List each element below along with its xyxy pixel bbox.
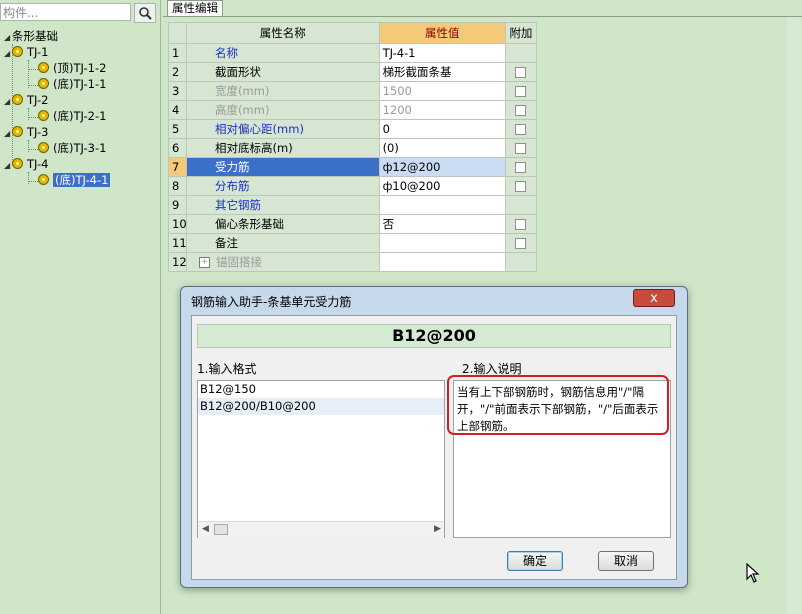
scroll-left-icon[interactable]: ◀ xyxy=(202,524,209,534)
tree-item[interactable]: (底)TJ-3-1 xyxy=(38,140,106,156)
property-value-cell[interactable]: ф10@200 xyxy=(378,176,506,196)
gear-icon xyxy=(12,94,23,105)
tree-root-label: 条形基础 xyxy=(12,29,58,43)
list-item[interactable]: B12@150 xyxy=(198,381,444,398)
extra-checkbox[interactable] xyxy=(515,238,527,249)
vertical-scrollbar[interactable] xyxy=(787,17,801,614)
extra-checkbox[interactable] xyxy=(515,105,527,116)
close-button[interactable]: x xyxy=(633,289,675,307)
header-property-value: 属性值 xyxy=(378,22,506,44)
header-property-name: 属性名称 xyxy=(186,22,380,44)
tree-item[interactable]: (底)TJ-1-1 xyxy=(38,76,106,92)
table-row[interactable]: 11 备注 xyxy=(167,233,538,253)
scroll-right-icon[interactable]: ▶ xyxy=(434,524,441,534)
tree-item-selected[interactable]: (底)TJ-4-1 xyxy=(38,172,111,188)
grid-header: 属性名称 属性值 附加 xyxy=(167,22,538,44)
table-row[interactable]: 3 宽度(mm) 1500 xyxy=(167,81,538,101)
gear-icon xyxy=(12,46,23,57)
table-row-selected[interactable]: 7 受力筋 ф12@200 xyxy=(167,157,538,177)
table-row[interactable]: 1 名称 TJ-4-1 xyxy=(167,43,538,63)
cancel-button[interactable]: 取消 xyxy=(598,551,654,571)
extra-checkbox[interactable] xyxy=(515,143,527,154)
property-value-cell[interactable]: 否 xyxy=(378,214,506,234)
tree-group-tj4[interactable]: ◢ TJ-4 xyxy=(4,156,48,172)
extra-checkbox[interactable] xyxy=(515,162,527,173)
property-value-cell[interactable] xyxy=(378,252,506,272)
property-value-cell[interactable] xyxy=(378,233,506,253)
gear-icon xyxy=(38,110,49,121)
component-search-input[interactable]: 构件... xyxy=(0,3,131,21)
table-row[interactable]: 9 其它钢筋 xyxy=(167,195,538,215)
table-row[interactable]: 5 相对偏心距(mm) 0 xyxy=(167,119,538,139)
tree-item[interactable]: (底)TJ-2-1 xyxy=(38,108,106,124)
tree-root[interactable]: ◢ 条形基础 xyxy=(4,28,58,44)
property-value-cell[interactable]: 0 xyxy=(378,119,506,139)
property-value-cell[interactable]: ф12@200 xyxy=(378,157,506,177)
rebar-preview: B12@200 xyxy=(197,324,671,348)
collapse-icon[interactable]: ◢ xyxy=(4,126,12,142)
table-row[interactable]: 2 截面形状 梯形截面条基 xyxy=(167,62,538,82)
highlight-annotation xyxy=(447,375,669,435)
expand-icon[interactable]: + xyxy=(199,257,211,268)
property-value-cell[interactable]: 1200 xyxy=(378,100,506,120)
tree-item[interactable]: (顶)TJ-1-2 xyxy=(38,60,106,76)
dialog-body: B12@200 1.输入格式 2.输入说明 B12@150 B12@200/B1… xyxy=(191,315,677,580)
list-item[interactable]: B12@200/B10@200 xyxy=(198,398,444,415)
tree-group-tj3[interactable]: ◢ TJ-3 xyxy=(4,124,48,140)
format-section-label: 1.输入格式 xyxy=(197,362,257,376)
horizontal-scrollbar[interactable]: ◀ ▶ xyxy=(198,521,444,538)
ok-button[interactable]: 确定 xyxy=(507,551,563,571)
table-row[interactable]: 12 + 锚固搭接 xyxy=(167,252,538,272)
collapse-icon[interactable]: ◢ xyxy=(4,46,12,62)
collapse-icon[interactable]: ◢ xyxy=(4,158,12,174)
property-value-cell[interactable]: 1500 xyxy=(378,81,506,101)
extra-checkbox[interactable] xyxy=(515,67,527,78)
mouse-cursor-icon xyxy=(746,563,760,583)
header-extra: 附加 xyxy=(504,22,538,44)
table-row[interactable]: 8 分布筋 ф10@200 xyxy=(167,176,538,196)
tab-bar: 属性编辑 xyxy=(163,0,802,17)
tree-group-tj1[interactable]: ◢ TJ-1 xyxy=(4,44,48,60)
table-row[interactable]: 4 高度(mm) 1200 xyxy=(167,100,538,120)
close-icon: x xyxy=(650,291,658,306)
search-icon xyxy=(139,7,152,20)
dialog-title: 钢筋输入助手-条基单元受力筋 xyxy=(191,295,352,309)
gear-icon xyxy=(38,142,49,153)
scroll-thumb[interactable] xyxy=(214,524,228,535)
component-tree-panel: 构件... ◢ 条形基础 ◢ TJ-1 (顶)TJ-1-2 (底)TJ-1-1 ◢ T… xyxy=(0,0,161,614)
search-button[interactable] xyxy=(134,3,156,23)
property-grid: 属性名称 属性值 附加 1 名称 TJ-4-1 2 截面形状 梯形截面条基 3 … xyxy=(167,22,538,272)
format-list[interactable]: B12@150 B12@200/B10@200 ◀ ▶ xyxy=(197,380,445,538)
property-value-cell[interactable]: (0) xyxy=(378,138,506,158)
property-value-cell[interactable]: 梯形截面条基 xyxy=(378,62,506,82)
tree-group-tj2[interactable]: ◢ TJ-2 xyxy=(4,92,48,108)
extra-checkbox[interactable] xyxy=(515,86,527,97)
tab-property-edit[interactable]: 属性编辑 xyxy=(167,0,223,16)
table-row[interactable]: 10 偏心条形基础 否 xyxy=(167,214,538,234)
property-value-cell[interactable]: TJ-4-1 xyxy=(378,43,506,63)
gear-icon xyxy=(38,78,49,89)
extra-checkbox[interactable] xyxy=(515,181,527,192)
gear-icon xyxy=(38,174,49,185)
table-row[interactable]: 6 相对底标高(m) (0) xyxy=(167,138,538,158)
extra-checkbox[interactable] xyxy=(515,124,527,135)
component-tree: ◢ 条形基础 ◢ TJ-1 (顶)TJ-1-2 (底)TJ-1-1 ◢ TJ-2 (底… xyxy=(0,26,158,612)
rebar-input-dialog: 钢筋输入助手-条基单元受力筋 x B12@200 1.输入格式 2.输入说明 B… xyxy=(180,286,688,588)
collapse-icon[interactable]: ◢ xyxy=(4,94,12,110)
extra-checkbox[interactable] xyxy=(515,219,527,230)
property-value-cell[interactable] xyxy=(378,195,506,215)
gear-icon xyxy=(38,62,49,73)
gear-icon xyxy=(12,158,23,169)
gear-icon xyxy=(12,126,23,137)
